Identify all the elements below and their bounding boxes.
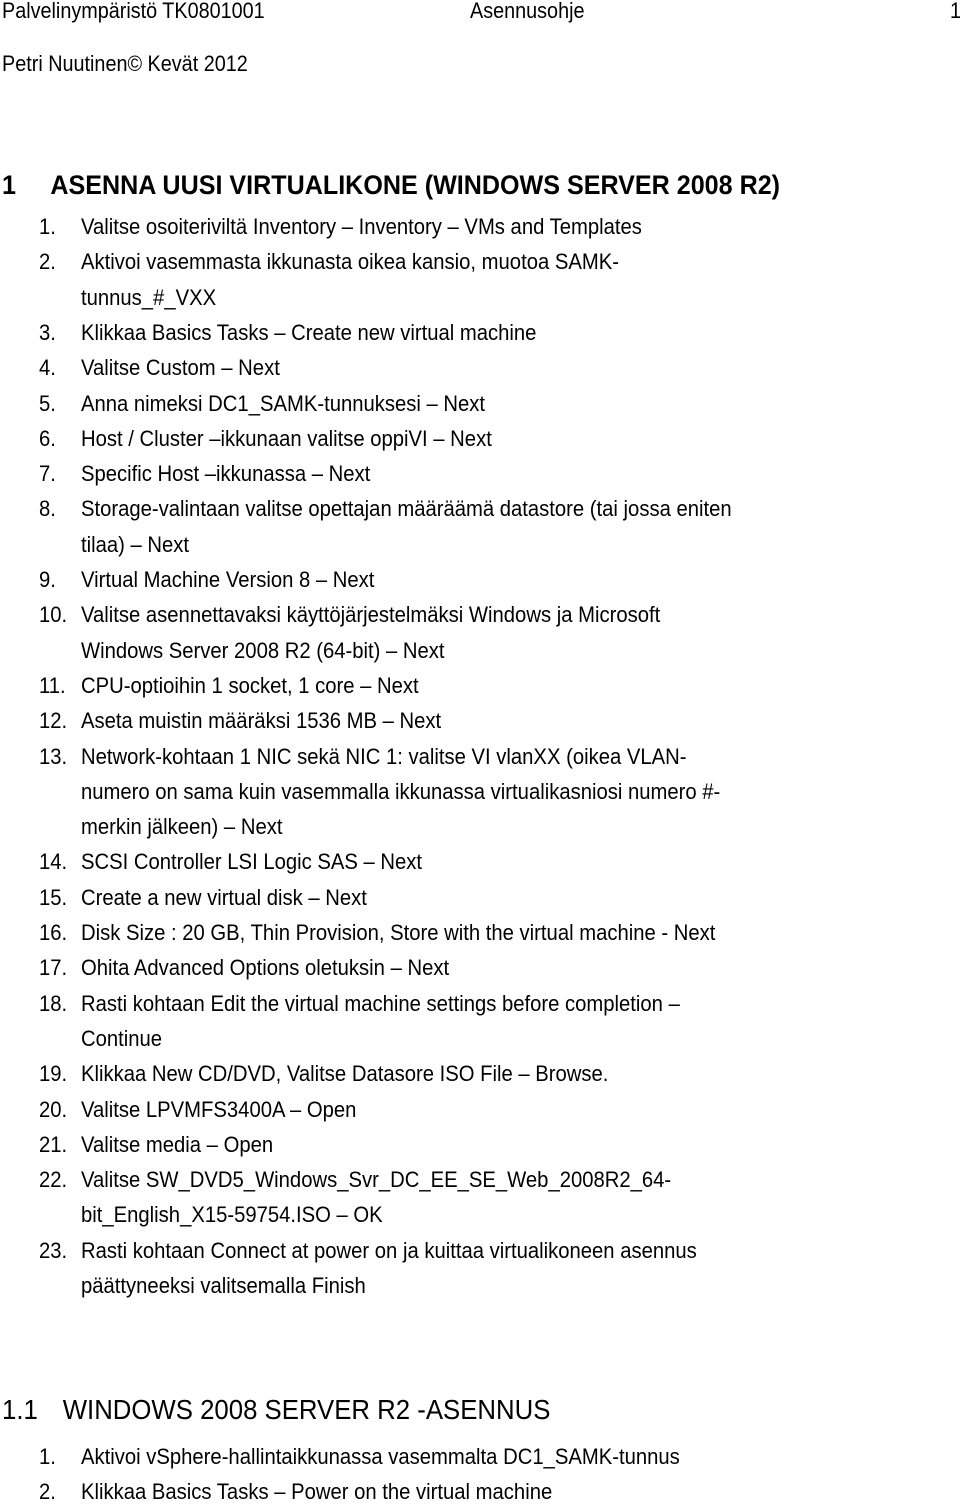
list-item-line: Valitse LPVMFS3400A – Open xyxy=(81,1096,357,1122)
list-item-line: Host / Cluster –ikkunaan valitse oppiVI … xyxy=(81,425,492,451)
list-item-text: Valitse LPVMFS3400A – Open xyxy=(81,1092,945,1127)
list-item-number: 16. xyxy=(39,920,68,945)
header-doc-type: Asennusohje xyxy=(470,0,585,23)
list-item-line: Virtual Machine Version 8 – Next xyxy=(81,567,375,592)
list-item-line: Disk Size : 20 GB, Thin Provision, Store… xyxy=(81,920,716,945)
list-item-line: Rasti kohtaan Connect at power on ja kui… xyxy=(81,1237,697,1263)
list-item-number: 21. xyxy=(39,1131,68,1157)
list-item-line: SCSI Controller LSI Logic SAS – Next xyxy=(81,849,423,875)
list-item-number: 20. xyxy=(39,1096,68,1122)
list-item-text: SCSI Controller LSI Logic SAS – Next xyxy=(81,844,945,879)
list-item-number: 9. xyxy=(39,567,56,592)
list-item-line: Klikkaa New CD/DVD, Valitse Datasore ISO… xyxy=(81,1061,609,1087)
section-1-1-title: WINDOWS 2008 SERVER R2 -ASENNUS xyxy=(62,1394,551,1425)
list-item-line: Valitse asennettavaksi käyttöjärjestelmä… xyxy=(81,602,661,628)
list-item-text: Specific Host –ikkunassa – Next xyxy=(81,456,945,491)
list-item-number: 3. xyxy=(39,319,56,345)
list-item-line: Continue xyxy=(81,1025,163,1051)
list-item-line: Windows Server 2008 R2 (64-bit) – Next xyxy=(81,637,445,663)
list-item-text: Storage-valintaan valitse opettajan määr… xyxy=(81,491,945,562)
list-item-line: Network-kohtaan 1 NIC sekä NIC 1: valits… xyxy=(81,743,687,769)
list-item-line: Aseta muistin määräksi 1536 MB – Next xyxy=(81,708,442,734)
list-item-line: Aktivoi vasemmasta ikkunasta oikea kansi… xyxy=(81,249,619,275)
list-item-text: Klikkaa New CD/DVD, Valitse Datasore ISO… xyxy=(81,1056,945,1091)
section-1-1-number: 1.1 xyxy=(2,1394,38,1425)
list-item-line: Create a new virtual disk – Next xyxy=(81,884,367,910)
list-item-number: 7. xyxy=(39,461,56,487)
list-item-number: 13. xyxy=(39,743,68,769)
list-item-number: 2. xyxy=(39,249,56,275)
list-item-line: Anna nimeksi DC1_SAMK-tunnuksesi – Next xyxy=(81,390,486,416)
section-1-number: 1 xyxy=(2,170,16,200)
list-item-line: Specific Host –ikkunassa – Next xyxy=(81,461,371,487)
list-item-text: Valitse SW_DVD5_Windows_Svr_DC_EE_SE_Web… xyxy=(81,1162,945,1233)
list-item-line: numero on sama kuin vasemmalla ikkunassa… xyxy=(81,778,721,804)
header-course: Palvelinympäristö TK0801001 xyxy=(2,0,265,23)
list-item-line: Valitse SW_DVD5_Windows_Svr_DC_EE_SE_Web… xyxy=(81,1167,672,1193)
list-item-text: Create a new virtual disk – Next xyxy=(81,880,945,915)
list-item-text: Aktivoi vSphere-hallintaikkunassa vasemm… xyxy=(81,1439,945,1474)
list-item-line: tilaa) – Next xyxy=(81,531,190,557)
list-item-number: 11. xyxy=(39,672,66,698)
section-1-title: ASENNA UUSI VIRTUALIKONE (WINDOWS SERVER… xyxy=(50,170,781,200)
list-item-line: Rasti kohtaan Edit the virtual machine s… xyxy=(81,990,680,1016)
list-item-number: 12. xyxy=(39,708,68,734)
list-item-line: Valitse osoiteriviltä Inventory – Invent… xyxy=(81,214,642,239)
list-item-line: tunnus_#_VXX xyxy=(81,284,217,310)
list-item-line: Aktivoi vSphere-hallintaikkunassa vasemm… xyxy=(81,1444,680,1469)
list-item-text: Host / Cluster –ikkunaan valitse oppiVI … xyxy=(81,421,945,456)
list-item-text: Rasti kohtaan Connect at power on ja kui… xyxy=(81,1233,945,1304)
list-item-text: Ohita Advanced Options oletuksin – Next xyxy=(81,950,945,985)
list-item-line: bit_English_X15-59754.ISO – OK xyxy=(81,1202,383,1228)
list-item-line: Valitse Custom – Next xyxy=(81,355,280,381)
list-item-number: 4. xyxy=(39,355,56,381)
list-item-text: Valitse Custom – Next xyxy=(81,350,945,385)
list-item-number: 23. xyxy=(39,1237,68,1263)
list-item-text: Klikkaa Basics Tasks – Power on the virt… xyxy=(81,1474,945,1509)
list-item-text: CPU-optioihin 1 socket, 1 core – Next xyxy=(81,668,945,703)
list-item-number: 18. xyxy=(39,990,68,1016)
list-item-number: 22. xyxy=(39,1167,68,1193)
list-item-number: 8. xyxy=(39,496,56,522)
list-item-text: Valitse media – Open xyxy=(81,1127,945,1162)
list-item-line: Klikkaa Basics Tasks – Create new virtua… xyxy=(81,319,537,345)
list-item-text: Aseta muistin määräksi 1536 MB – Next xyxy=(81,703,945,738)
list-item-line: Klikkaa Basics Tasks – Power on the virt… xyxy=(81,1479,553,1505)
list-item-text: Anna nimeksi DC1_SAMK-tunnuksesi – Next xyxy=(81,386,945,421)
list-item-number: 2. xyxy=(39,1479,56,1505)
list-item-number: 5. xyxy=(39,390,56,416)
list-item-text: Valitse osoiteriviltä Inventory – Invent… xyxy=(81,209,945,244)
list-item-text: Aktivoi vasemmasta ikkunasta oikea kansi… xyxy=(81,244,945,315)
list-item-number: 14. xyxy=(39,849,68,875)
list-item-number: 15. xyxy=(39,884,68,910)
list-item-number: 6. xyxy=(39,425,56,451)
list-item-line: päättyneeksi valitsemalla Finish xyxy=(81,1272,366,1298)
list-item-number: 17. xyxy=(39,955,68,981)
header-page-number: 1 xyxy=(950,0,960,23)
section-1-heading: 1 ASENNA UUSI VIRTUALIKONE (WINDOWS SERVE… xyxy=(2,172,780,199)
list-item-line: Storage-valintaan valitse opettajan määr… xyxy=(81,496,732,522)
list-item-number: 10. xyxy=(39,602,68,628)
list-item-number: 1. xyxy=(39,1444,56,1469)
list-item-line: Valitse media – Open xyxy=(81,1131,274,1157)
list-item-text: Network-kohtaan 1 NIC sekä NIC 1: valits… xyxy=(81,739,945,845)
list-item-line: merkin jälkeen) – Next xyxy=(81,814,283,840)
list-item-line: CPU-optioihin 1 socket, 1 core – Next xyxy=(81,672,419,698)
section-1-1-heading: 1.1 WINDOWS 2008 SERVER R2 -ASENNUS xyxy=(2,1396,550,1424)
list-item-number: 1. xyxy=(39,214,56,239)
list-item-number: 19. xyxy=(39,1061,68,1087)
author-line: Petri Nuutinen© Kevät 2012 xyxy=(2,51,248,76)
list-item-text: Disk Size : 20 GB, Thin Provision, Store… xyxy=(81,915,945,950)
list-item-text: Valitse asennettavaksi käyttöjärjestelmä… xyxy=(81,597,945,668)
list-item-text: Klikkaa Basics Tasks – Create new virtua… xyxy=(81,315,945,350)
list-item-text: Virtual Machine Version 8 – Next xyxy=(81,562,945,597)
list-item-line: Ohita Advanced Options oletuksin – Next xyxy=(81,955,450,981)
list-item-text: Rasti kohtaan Edit the virtual machine s… xyxy=(81,986,945,1057)
